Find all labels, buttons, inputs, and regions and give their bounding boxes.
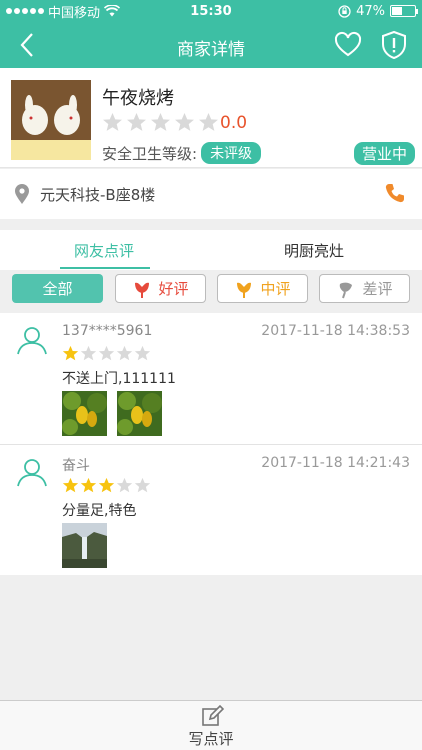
rotation-lock-icon: [338, 4, 351, 18]
filter-good-label: 好评: [158, 280, 189, 298]
location-pin-icon: [15, 184, 29, 204]
review-rating-stars: [62, 477, 151, 494]
user-avatar-icon: [17, 459, 47, 487]
bottom-bar: 写点评: [0, 700, 422, 750]
star-empty-icon: [175, 113, 194, 131]
star-empty-icon: [98, 345, 115, 361]
filter-medium-label: 中评: [260, 280, 291, 298]
review-time: 2017-11-18 14:21:43: [261, 455, 410, 471]
filter-bad-button[interactable]: 差评: [319, 274, 410, 303]
medium-review-icon: [237, 282, 252, 298]
review-time: 2017-11-18 14:38:53: [261, 323, 410, 339]
review-item[interactable]: 奋斗 2017-11-18 14:21:43 分量足,特色: [0, 445, 422, 575]
filter-good-button[interactable]: 好评: [115, 274, 206, 303]
star-empty-icon: [80, 345, 97, 361]
review-text: 分量足,特色: [62, 503, 137, 519]
tab-reviews[interactable]: 网友点评: [74, 240, 134, 261]
merchant-score: 0.0: [220, 113, 248, 133]
star-empty-icon: [151, 113, 170, 131]
address-row[interactable]: 元天科技-B座8楼: [0, 169, 422, 219]
edit-icon[interactable]: [200, 704, 224, 728]
carrier-label: 中国移动: [48, 5, 101, 21]
navigation-bar: 商家详情: [0, 22, 422, 68]
header: 中国移动 15:30 47% 商家详情: [0, 0, 422, 68]
hygiene-level: 安全卫生等级: 未评级: [102, 142, 262, 164]
review-tabs: 网友点评 明厨亮灶: [0, 230, 422, 270]
star-filled-icon: [98, 477, 115, 493]
hygiene-label: 安全卫生等级:: [102, 144, 198, 163]
phone-icon[interactable]: [384, 182, 406, 204]
star-filled-icon: [80, 477, 97, 493]
merchant-photo: [11, 80, 91, 160]
star-filled-icon: [62, 345, 79, 361]
user-avatar-icon: [17, 327, 47, 355]
review-photos: [62, 391, 162, 436]
battery-icon: [390, 5, 418, 17]
star-empty-icon: [116, 345, 133, 361]
filter-bad-label: 差评: [362, 280, 393, 298]
good-review-icon: [135, 282, 150, 298]
review-photos: [62, 523, 107, 568]
review-photo[interactable]: [62, 391, 107, 436]
battery-percent: 47%: [356, 3, 385, 19]
heart-icon[interactable]: [334, 31, 362, 59]
wifi-icon: [104, 5, 121, 17]
star-empty-icon: [134, 345, 151, 361]
merchant-name: 午夜烧烤: [102, 88, 174, 109]
star-filled-icon: [62, 477, 79, 493]
review-photo[interactable]: [117, 391, 162, 436]
hygiene-grade-badge: 未评级: [201, 142, 262, 164]
star-empty-icon: [116, 477, 133, 493]
review-item[interactable]: 137****5961 2017-11-18 14:38:53 不送上门,111…: [0, 313, 422, 445]
star-empty-icon: [134, 477, 151, 493]
star-empty-icon: [199, 113, 218, 131]
merchant-address: 元天科技-B座8楼: [40, 186, 156, 204]
review-filters: 全部 好评 中评 差评: [0, 270, 422, 312]
merchant-rating-stars: [102, 112, 219, 133]
filter-medium-button[interactable]: 中评: [217, 274, 308, 303]
review-username: 奋斗: [62, 458, 90, 474]
tab-open-kitchen[interactable]: 明厨亮灶: [284, 240, 344, 261]
filter-all-button[interactable]: 全部: [12, 274, 103, 303]
review-username: 137****5961: [62, 323, 153, 339]
star-empty-icon: [103, 113, 122, 131]
review-text: 不送上门,111111: [62, 371, 176, 387]
status-bar: 中国移动 15:30 47%: [0, 0, 422, 22]
write-review-button[interactable]: 写点评: [0, 728, 422, 749]
bad-review-icon: [340, 282, 353, 298]
star-empty-icon: [127, 113, 146, 131]
review-photo[interactable]: [62, 523, 107, 568]
active-tab-indicator: [60, 267, 150, 269]
open-status-badge: 营业中: [353, 142, 415, 165]
signal-icon: [6, 8, 44, 14]
filter-all-label: 全部: [42, 280, 73, 298]
shield-exclamation-icon[interactable]: [380, 30, 408, 60]
review-rating-stars: [62, 345, 151, 362]
